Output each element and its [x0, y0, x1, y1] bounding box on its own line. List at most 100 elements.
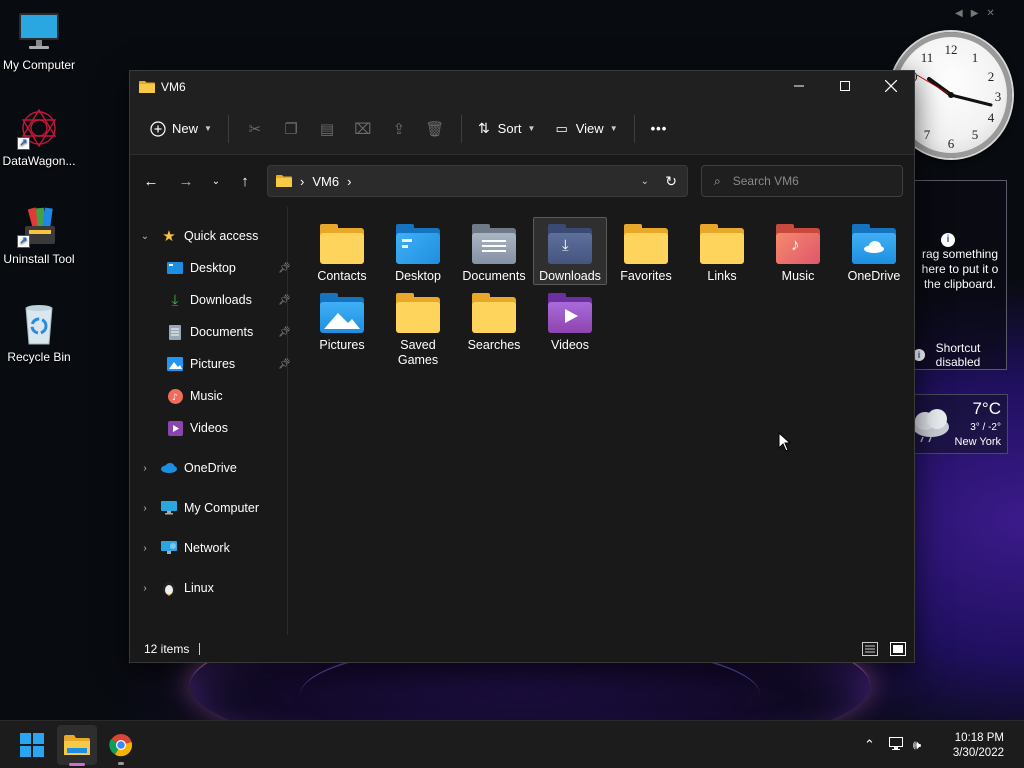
maximize-button[interactable]	[822, 71, 868, 101]
network-status-icon[interactable]	[888, 736, 905, 754]
sidebar-item-label: Downloads	[190, 293, 252, 307]
address-bar[interactable]: › VM6 › ⌄ ↻	[267, 165, 688, 197]
sidebar-item-quick-access[interactable]: ⌄ ★ Quick access	[138, 222, 259, 250]
file-explorer-window[interactable]: VM6 New ▼ ✂ ❐ ▤ ⌧ ⇪ 🗑︎ ⇅ Sort ▼ ▭ View ▼…	[129, 70, 915, 663]
show-hidden-icons-icon[interactable]: ⌃	[864, 737, 875, 753]
address-dropdown-icon[interactable]: ⌄	[641, 176, 649, 187]
folder-item-videos[interactable]: Videos	[533, 286, 607, 354]
folder-savedgames-icon	[394, 293, 442, 333]
desktop-icon-uninstall-tool[interactable]: ↗ Uninstall Tool	[0, 204, 78, 266]
desktop-icon-datawagon[interactable]: ↗ DataWagon...	[0, 106, 78, 168]
sidebar-item-my-computer[interactable]: › My Computer	[138, 494, 259, 522]
folder-searches-icon	[470, 293, 518, 333]
breadcrumb-separator-icon[interactable]: ›	[347, 174, 351, 189]
folder-item-favorites[interactable]: Favorites	[609, 217, 683, 285]
sidebar-item-documents[interactable]: Documents	[166, 318, 253, 346]
sidebar-item-videos[interactable]: Videos	[166, 414, 228, 442]
download-icon: ⤓	[171, 291, 179, 309]
more-options-button[interactable]: •••	[643, 113, 676, 145]
recent-locations-button[interactable]: ⌄	[201, 166, 231, 196]
new-button-label: New	[172, 121, 199, 136]
chevron-right-icon[interactable]: ›	[138, 503, 152, 514]
rename-icon: ⌧	[354, 120, 372, 138]
share-button[interactable]: ⇪	[381, 113, 417, 145]
chevron-down-icon[interactable]: ⌄	[138, 231, 152, 242]
sidebar-item-onedrive[interactable]: › OneDrive	[138, 454, 236, 482]
active-indicator	[69, 763, 85, 766]
svg-text:3: 3	[995, 89, 1002, 104]
star-icon: ★	[162, 228, 176, 245]
taskbar-file-explorer[interactable]	[57, 725, 97, 766]
folder-item-music[interactable]: ♪ Music	[761, 217, 835, 285]
sidebar-item-linux[interactable]: › Linux	[138, 574, 214, 602]
sidebar-item-pictures[interactable]: Pictures	[166, 350, 235, 378]
folder-item-desktop[interactable]: Desktop	[381, 217, 455, 285]
folder-item-downloads[interactable]: ⤓ Downloads	[533, 217, 607, 285]
chevron-right-icon[interactable]: ›	[138, 583, 152, 594]
folder-item-saved-games[interactable]: Saved Games	[381, 286, 455, 369]
cloud-icon	[913, 409, 949, 443]
plus-circle-icon	[150, 120, 166, 137]
folder-item-links[interactable]: Links	[685, 217, 759, 285]
rename-button[interactable]: ⌧	[345, 113, 381, 145]
chevron-right-icon[interactable]: ›	[138, 543, 152, 554]
folder-item-contacts[interactable]: Contacts	[305, 217, 379, 285]
start-button[interactable]	[12, 725, 52, 765]
weather-gadget[interactable]: 7°C 3° / -2° New York	[904, 394, 1008, 454]
sidebar-item-label: Desktop	[190, 261, 236, 275]
pin-icon[interactable]: 📌︎	[278, 295, 291, 306]
folder-item-documents[interactable]: Documents	[457, 217, 531, 285]
explorer-body: ⌄ ★ Quick access Desktop ⤓ Downloads Doc…	[130, 207, 914, 637]
pin-icon[interactable]: 📌︎	[278, 359, 291, 370]
sort-button[interactable]: ⇅ Sort ▼	[470, 113, 544, 145]
gadget-nav-arrows[interactable]: ◀▶✕	[955, 8, 1003, 19]
pin-icon[interactable]: 📌︎	[278, 263, 291, 274]
back-button[interactable]: ←	[136, 166, 166, 196]
video-icon	[166, 420, 184, 436]
folder-contacts-icon	[318, 224, 366, 264]
forward-button[interactable]: →	[171, 166, 201, 196]
sidebar-item-network[interactable]: › Network	[138, 534, 230, 562]
pin-icon[interactable]: 📌︎	[278, 327, 291, 338]
desktop-icon-recycle-bin[interactable]: Recycle Bin	[0, 302, 78, 364]
clipboard-hint: rag something here to put it o the clipb…	[921, 247, 999, 291]
folder-item-label: Desktop	[395, 269, 441, 283]
folder-item-searches[interactable]: Searches	[457, 286, 531, 354]
minimize-button[interactable]	[776, 71, 822, 101]
sidebar-item-desktop[interactable]: Desktop	[166, 254, 236, 282]
taskbar-clock[interactable]: 10:18 PM 3/30/2022	[953, 731, 1004, 761]
close-button[interactable]	[868, 71, 914, 101]
command-bar: New ▼ ✂ ❐ ▤ ⌧ ⇪ 🗑︎ ⇅ Sort ▼ ▭ View ▼ •••	[130, 103, 914, 155]
clipboard-icon: ▤	[319, 120, 335, 138]
toolbar-separator	[633, 114, 635, 143]
running-indicator	[118, 762, 124, 765]
paste-button[interactable]: ▤	[309, 113, 345, 145]
search-box[interactable]: ⌕ Search VM6	[701, 165, 903, 197]
file-explorer-icon	[64, 735, 90, 755]
sidebar-item-downloads[interactable]: ⤓ Downloads	[166, 286, 252, 314]
details-view-button[interactable]	[862, 642, 878, 659]
desktop-icon-my-computer[interactable]: My Computer	[0, 10, 78, 72]
breadcrumb-segment[interactable]: VM6	[312, 174, 339, 189]
up-button[interactable]: ↑	[230, 166, 260, 196]
view-button[interactable]: ▭ View ▼	[547, 113, 625, 145]
folder-item-label: Contacts	[317, 269, 367, 283]
taskbar-chrome[interactable]	[101, 725, 141, 765]
chevron-right-icon[interactable]: ›	[138, 463, 152, 474]
folder-item-pictures[interactable]: Pictures	[305, 286, 379, 354]
folder-item-onedrive[interactable]: OneDrive	[837, 217, 911, 285]
sidebar-item-label: Quick access	[184, 229, 259, 243]
cut-button[interactable]: ✂	[237, 113, 273, 145]
copy-button[interactable]: ❐	[273, 113, 309, 145]
folder-item-label: Saved Games	[397, 338, 439, 367]
title-bar[interactable]: VM6	[130, 71, 914, 103]
refresh-icon[interactable]: ↻	[665, 173, 677, 190]
delete-button[interactable]: 🗑︎	[417, 113, 453, 145]
clipboard-gadget[interactable]: i rag something here to put it o the cli…	[904, 180, 1007, 370]
sidebar-item-music[interactable]: ♪ Music	[166, 382, 223, 410]
sidebar-item-label: Music	[190, 389, 223, 403]
volume-icon[interactable]: 🕪︎	[913, 737, 921, 753]
tiles-view-button[interactable]	[890, 642, 906, 659]
new-button[interactable]: New ▼	[142, 113, 220, 145]
more-icon: •••	[650, 121, 668, 136]
